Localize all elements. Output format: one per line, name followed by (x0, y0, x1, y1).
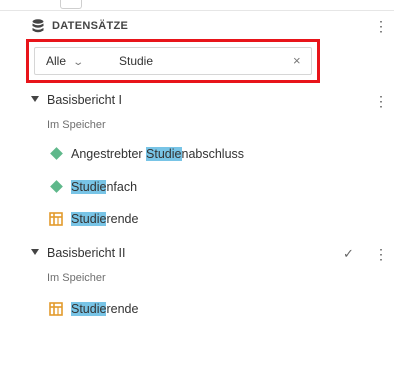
scope-select-label: Alle (46, 54, 67, 68)
item-label-match: Studie (71, 302, 107, 316)
item-label-prefix: Angestrebter (71, 147, 147, 161)
list-item[interactable]: Studierende (0, 209, 394, 231)
panel-title: DATENSÄTZE (52, 20, 129, 32)
scope-select[interactable]: Alle ⌄ (46, 54, 85, 68)
diamond-icon (50, 180, 63, 193)
caret-down-icon[interactable] (31, 96, 39, 102)
item-label: Studienfach (71, 180, 137, 194)
item-label-match: Studie (146, 147, 182, 161)
diamond-icon (50, 147, 63, 160)
group-row-basisbericht-1[interactable]: Basisbericht I ⋮ (0, 91, 394, 111)
group-label: Basisbericht I (47, 93, 123, 107)
scroll-handle[interactable] (60, 0, 82, 9)
item-label-suffix: rende (106, 302, 139, 316)
group-status: Im Speicher (47, 119, 106, 131)
chevron-down-icon: ⌄ (72, 57, 85, 68)
item-label-suffix: nabschluss (181, 147, 245, 161)
list-item[interactable]: Angestrebter Studienabschluss (0, 144, 394, 166)
item-label-suffix: nfach (106, 180, 138, 194)
table-icon (49, 212, 63, 226)
check-icon: ✓ (343, 246, 354, 261)
item-label: Studierende (71, 302, 138, 316)
panel-menu-kebab-icon[interactable]: ⋮ (374, 18, 388, 34)
group-label: Basisbericht II (47, 246, 126, 260)
database-icon (32, 19, 44, 33)
item-label-suffix: rende (106, 212, 139, 226)
close-icon[interactable]: × (293, 53, 301, 68)
previous-panel-edge (0, 0, 394, 11)
group-menu-kebab-icon[interactable]: ⋮ (374, 246, 388, 262)
group-menu-kebab-icon[interactable]: ⋮ (374, 93, 388, 109)
item-label-match: Studie (71, 180, 107, 194)
item-label: Angestrebter Studienabschluss (71, 147, 244, 161)
list-item[interactable]: Studierende (0, 299, 394, 321)
search-box: Alle ⌄ × (34, 47, 312, 75)
datasets-panel: DATENSÄTZE ⋮ Alle ⌄ × Basisbericht I ⋮ Im… (0, 0, 394, 385)
group-status: Im Speicher (47, 272, 106, 284)
panel-header: DATENSÄTZE ⋮ (0, 14, 394, 40)
search-input[interactable] (119, 52, 279, 70)
item-label-match: Studie (71, 212, 107, 226)
item-label: Studierende (71, 212, 138, 226)
list-item[interactable]: Studienfach (0, 177, 394, 199)
caret-down-icon[interactable] (31, 249, 39, 255)
table-icon (49, 302, 63, 316)
group-row-basisbericht-2[interactable]: Basisbericht II ✓ ⋮ (0, 244, 394, 264)
